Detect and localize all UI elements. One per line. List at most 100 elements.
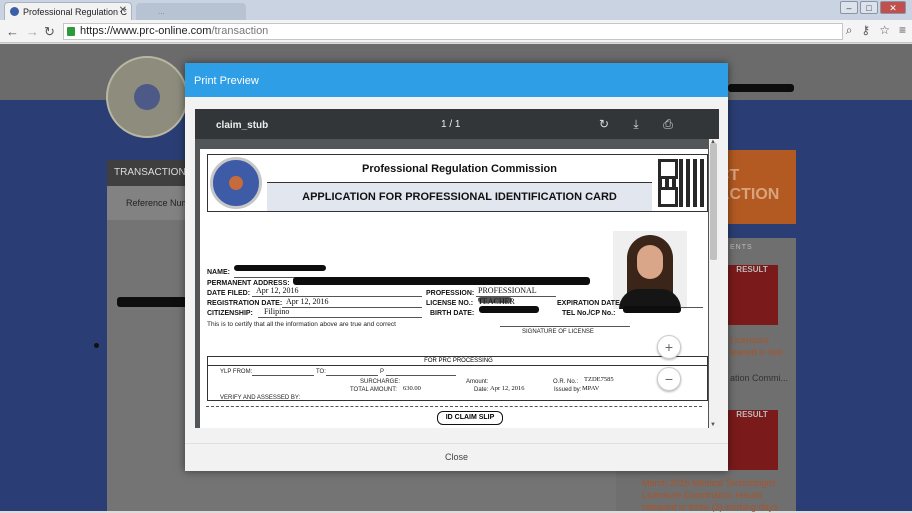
- citizenship-value: Filipino: [264, 307, 290, 316]
- redacted-name: [234, 265, 326, 271]
- result-label-1: RESULT: [736, 265, 768, 274]
- expiration-date-label: EXPIRATION DATE:: [557, 300, 623, 307]
- amount-label: Amount:: [466, 379, 489, 385]
- registration-date-label: REGISTRATION DATE:: [207, 300, 283, 307]
- p-label: P: [380, 369, 385, 375]
- menu-icon[interactable]: ≡: [899, 23, 906, 38]
- zoom-icon[interactable]: ⌕: [846, 23, 853, 38]
- tab2-title: ...: [158, 7, 165, 16]
- forward-icon[interactable]: →: [26, 24, 39, 39]
- browser-tab-inactive[interactable]: ...: [136, 3, 246, 20]
- redacted-birthdate: [479, 306, 539, 313]
- signature-label: SIGNATURE OF LICENSE: [522, 329, 594, 335]
- address-bar-icons: ⌕ ⚷ ☆ ≡: [846, 23, 906, 38]
- rotate-icon[interactable]: ↻: [597, 117, 611, 131]
- profession-value: PROFESSIONAL: [478, 286, 537, 295]
- cut-line: [206, 406, 702, 407]
- url-path: /transaction: [211, 25, 269, 37]
- sidebar-news-link[interactable]: March 2016 Medical Technologist Licensur…: [642, 477, 792, 513]
- to-line: [326, 375, 378, 376]
- result-thumbnail-1[interactable]: RESULT: [726, 265, 778, 325]
- pdf-scrollbar[interactable]: ▲ ▼: [709, 139, 719, 428]
- form-header: Professional Regulation Commission APPLI…: [207, 154, 708, 212]
- surcharge-label: SURCHARGE:: [360, 379, 401, 385]
- bookmark-star-icon[interactable]: ☆: [879, 23, 890, 38]
- redacted-license: [478, 297, 512, 303]
- to-label: TO:: [316, 369, 326, 375]
- pdf-page-indicator: 1 / 1: [441, 119, 461, 130]
- tab-close-icon[interactable]: ✕: [119, 5, 127, 16]
- form-org-name: Professional Regulation Commission: [267, 155, 652, 183]
- processing-heading: FOR PRC PROCESSING: [208, 357, 708, 366]
- qr-code: [658, 159, 706, 207]
- address-bar-row: ← → ↻ https://www.prc-online.com/transac…: [0, 20, 912, 43]
- issued-by-label: Issued by:: [554, 387, 582, 393]
- print-icon[interactable]: ⎙: [661, 117, 675, 131]
- back-icon[interactable]: ←: [6, 24, 19, 39]
- license-no-label: LICENSE NO.:: [426, 300, 474, 307]
- browser-tab-active[interactable]: Professional Regulation C ✕: [4, 2, 132, 20]
- or-no-value: TZDE7585: [584, 376, 614, 383]
- tab-title: Professional Regulation C: [23, 7, 128, 17]
- redacted-reference: [117, 297, 187, 307]
- maximize-icon[interactable]: □: [860, 1, 878, 14]
- pdf-page: Professional Regulation Commission APPLI…: [200, 149, 708, 428]
- certify-text: This is to certify that all the informat…: [207, 321, 396, 328]
- sidebar-text-2: ation Commi...: [730, 373, 789, 383]
- pdf-viewer: claim_stub 1 / 1 ↻ ⤓ ⎙ Professional Regu…: [195, 109, 719, 428]
- reload-icon[interactable]: ↻: [44, 24, 55, 40]
- modal-title: Print Preview: [185, 63, 728, 97]
- id-claim-slip-heading: ID CLAIM SLIP: [437, 411, 503, 425]
- redacted-tel: [623, 306, 681, 313]
- redacted-header-text: [728, 84, 794, 92]
- or-no-label: O.R. No.:: [553, 379, 579, 385]
- prc-seal-logo: [106, 56, 188, 138]
- reference-number-label: Reference Number: [107, 186, 187, 220]
- date-filed-value: Apr 12, 2016: [256, 286, 299, 295]
- print-preview-modal: Print Preview claim_stub 1 / 1 ↻ ⤓ ⎙ Pro…: [185, 63, 728, 471]
- verify-label: VERIFY AND ASSESSED BY:: [220, 395, 301, 401]
- form-seal-logo: [210, 157, 262, 209]
- redacted-address: [293, 277, 590, 285]
- transactions-tab[interactable]: TRANSACTIONS: [107, 160, 192, 186]
- scroll-down-icon[interactable]: ▼: [710, 422, 716, 428]
- url-input[interactable]: https://www.prc-online.com/transaction: [63, 23, 843, 40]
- sidebar-heading: ENTS: [730, 244, 753, 251]
- issued-by-value: MPAV: [582, 385, 600, 392]
- browser-tab-strip: Professional Regulation C ✕ ... – □ ✕: [0, 0, 912, 20]
- result-label-2: RESULT: [736, 410, 768, 419]
- total-amount-label: TOTAL AMOUNT:: [350, 387, 397, 393]
- processing-box: FOR PRC PROCESSING YLP FROM: TO: P SURCH…: [207, 356, 708, 401]
- registration-line: [282, 307, 422, 308]
- close-button[interactable]: Close: [185, 452, 728, 462]
- birth-date-label: BIRTH DATE:: [430, 310, 475, 317]
- site-favicon-icon: [10, 7, 19, 16]
- citizenship-label: CITIZENSHIP:: [207, 310, 253, 317]
- p-line: [386, 375, 456, 376]
- download-icon[interactable]: ⤓: [629, 117, 643, 131]
- zoom-out-button[interactable]: −: [657, 367, 681, 391]
- key-icon[interactable]: ⚷: [861, 23, 870, 38]
- sidebar-link-1[interactable]: Licensure leased in two: [730, 334, 783, 358]
- scroll-thumb[interactable]: [710, 143, 717, 260]
- citizenship-line: [258, 317, 422, 318]
- bullet-dot: [94, 343, 99, 348]
- modal-footer: Close: [185, 443, 728, 471]
- window-controls: – □ ✕: [840, 1, 906, 14]
- date-value: Apr 12, 2016: [490, 385, 525, 392]
- date-label: Date:: [474, 387, 489, 393]
- registration-date-value: Apr 12, 2016: [286, 297, 329, 306]
- profession-label: PROFESSION:: [426, 290, 475, 297]
- minimize-icon[interactable]: –: [840, 1, 858, 14]
- zoom-in-button[interactable]: +: [657, 335, 681, 359]
- name-label: NAME:: [207, 269, 230, 276]
- date-filed-line: [252, 296, 422, 297]
- applicant-photo: [613, 231, 687, 309]
- ylp-from-label: YLP FROM:: [220, 369, 253, 375]
- url-host: https://www.prc-online.com: [80, 25, 212, 37]
- pdf-toolbar: claim_stub 1 / 1 ↻ ⤓ ⎙: [195, 109, 719, 139]
- tel-no-label: TEL No./CP No.:: [562, 310, 616, 317]
- window-close-icon[interactable]: ✕: [880, 1, 906, 14]
- signature-line: [500, 326, 630, 327]
- result-thumbnail-2[interactable]: RESULT: [726, 410, 778, 470]
